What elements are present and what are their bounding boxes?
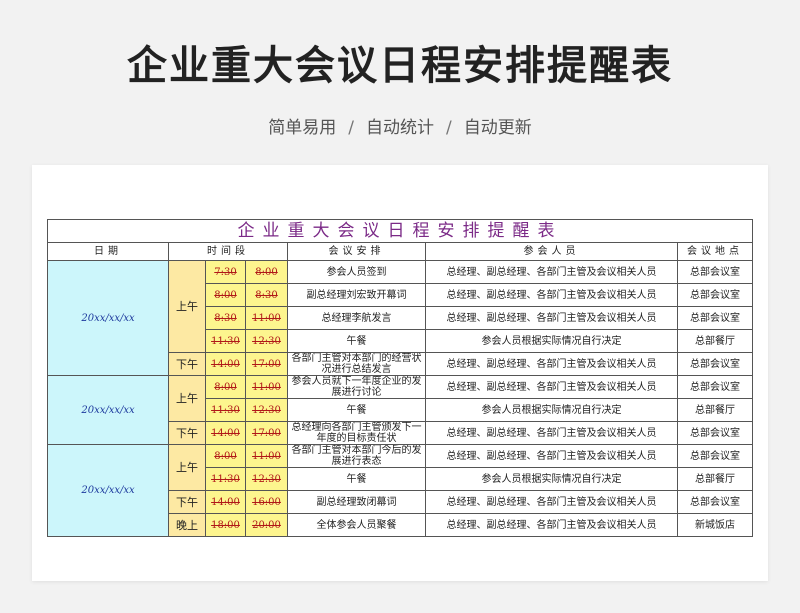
people-cell: 总经理、副总经理、各部门主管及会议相关人员 [425,375,678,399]
subtitle-separator: / [348,118,354,138]
period-cell: 下午 [168,421,206,445]
period-cell: 晚上 [168,513,206,537]
start-time-cell: 14:00 [205,490,246,514]
date-cell: 20xx/xx/xx [47,444,169,537]
people-cell: 参会人员根据实际情况自行决定 [425,467,678,491]
start-time-cell: 18:00 [205,513,246,537]
schedule-table: 企业重大会议日程安排提醒表 日期 时间段 会议安排 参会人员 会议地点 20xx… [46,219,754,537]
agenda-cell: 各部门主管对本部门的经营状况进行总结发言 [287,352,426,376]
location-cell: 总部会议室 [676,352,754,376]
location-cell: 新城饭店 [676,513,754,537]
location-cell: 总部会议室 [676,490,754,514]
location-cell: 总部会议室 [676,421,754,445]
agenda-cell: 午餐 [287,329,426,353]
subtitle-separator: / [446,118,452,138]
people-cell: 参会人员根据实际情况自行决定 [425,329,678,353]
location-cell: 总部会议室 [676,444,754,468]
column-header-row: 日期 时间段 会议安排 参会人员 会议地点 [47,242,754,261]
period-cell: 下午 [168,352,206,376]
people-cell: 总经理、副总经理、各部门主管及会议相关人员 [425,352,678,376]
people-cell: 总经理、副总经理、各部门主管及会议相关人员 [425,421,678,445]
column-header-agenda: 会议安排 [287,242,426,261]
location-cell: 总部会议室 [676,260,754,284]
table-row: 20xx/xx/xx 上午 8:00 11:00 参会人员就下一年度企业的发展进… [47,375,754,445]
end-time-cell: 17:00 [245,421,288,445]
end-time-cell: 20:00 [245,513,288,537]
end-time-cell: 11:00 [245,306,288,330]
end-time-cell: 16:00 [245,490,288,514]
start-time-cell: 14:00 [205,421,246,445]
agenda-cell: 总经理向各部门主管颁发下一年度的目标责任状 [287,421,426,445]
period-cell: 下午 [168,490,206,514]
location-cell: 总部餐厅 [676,398,754,422]
column-header-location: 会议地点 [676,242,754,261]
location-cell: 总部餐厅 [676,329,754,353]
date-cell: 20xx/xx/xx [47,260,169,376]
agenda-cell: 午餐 [287,467,426,491]
people-cell: 总经理、副总经理、各部门主管及会议相关人员 [425,444,678,468]
start-time-cell: 7:30 [205,260,246,284]
start-time-cell: 11:30 [205,329,246,353]
end-time-cell: 8:30 [245,283,288,307]
column-header-date: 日期 [47,242,169,261]
people-cell: 参会人员根据实际情况自行决定 [425,398,678,422]
start-time-cell: 14:00 [205,352,246,376]
start-time-cell: 8:30 [205,306,246,330]
column-header-time: 时间段 [168,242,288,261]
start-time-cell: 11:30 [205,467,246,491]
people-cell: 总经理、副总经理、各部门主管及会议相关人员 [425,260,678,284]
sheet-title: 企业重大会议日程安排提醒表 [46,219,754,243]
start-time-cell: 8:00 [205,444,246,468]
period-cell: 上午 [168,375,206,422]
end-time-cell: 12:30 [245,329,288,353]
people-cell: 总经理、副总经理、各部门主管及会议相关人员 [425,283,678,307]
end-time-cell: 12:30 [245,398,288,422]
agenda-cell: 各部门主管对本部门今后的发展进行表态 [287,444,426,468]
period-cell: 上午 [168,260,206,353]
agenda-cell: 午餐 [287,398,426,422]
subtitle: 简单易用 / 自动统计 / 自动更新 [0,113,800,138]
agenda-cell: 总经理李航发言 [287,306,426,330]
subtitle-item: 简单易用 [268,118,337,138]
end-time-cell: 8:00 [245,260,288,284]
location-cell: 总部会议室 [676,306,754,330]
end-time-cell: 11:00 [245,375,288,399]
location-cell: 总部餐厅 [676,467,754,491]
people-cell: 总经理、副总经理、各部门主管及会议相关人员 [425,306,678,330]
page-title: 企业重大会议日程安排提醒表 [127,43,673,89]
people-cell: 总经理、副总经理、各部门主管及会议相关人员 [425,513,678,537]
date-cell: 20xx/xx/xx [47,375,169,445]
start-time-cell: 8:00 [205,283,246,307]
subtitle-item: 自动更新 [463,118,532,138]
table-row: 20xx/xx/xx 上午 8:00 11:00 各部门主管对本部门今后的发展进… [47,444,754,537]
agenda-cell: 全体参会人员聚餐 [287,513,426,537]
table-row: 20xx/xx/xx 上午 7:30 8:00 参会人员签到 总经理、副总经理、… [47,260,754,376]
end-time-cell: 11:00 [245,444,288,468]
agenda-cell: 副总经理致闭幕词 [287,490,426,514]
end-time-cell: 17:00 [245,352,288,376]
agenda-cell: 参会人员签到 [287,260,426,284]
subtitle-item: 自动统计 [366,118,434,138]
location-cell: 总部会议室 [676,375,754,399]
agenda-cell: 副总经理刘宏致开幕词 [287,283,426,307]
people-cell: 总经理、副总经理、各部门主管及会议相关人员 [425,490,678,514]
location-cell: 总部会议室 [676,283,754,307]
agenda-cell: 参会人员就下一年度企业的发展进行讨论 [287,375,426,399]
start-time-cell: 11:30 [205,398,246,422]
start-time-cell: 8:00 [205,375,246,399]
end-time-cell: 12:30 [245,467,288,491]
column-header-people: 参会人员 [425,242,678,261]
period-cell: 上午 [168,444,206,491]
